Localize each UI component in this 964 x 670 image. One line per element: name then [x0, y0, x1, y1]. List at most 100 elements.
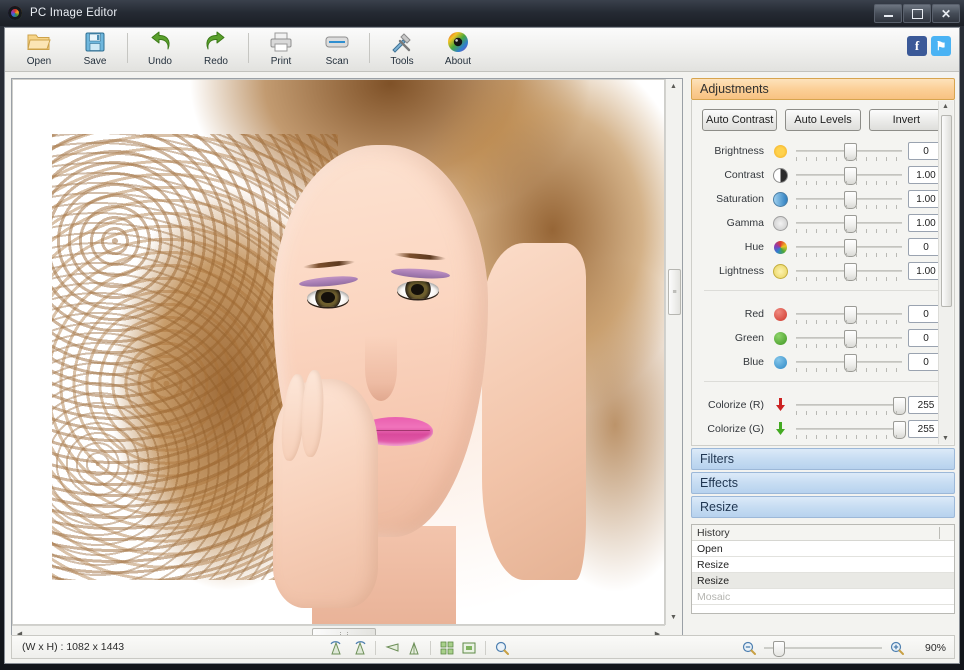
slider-gamma[interactable] [796, 213, 902, 233]
slider-saturation[interactable] [796, 189, 902, 209]
toolbar-print-button[interactable]: Print [253, 28, 309, 70]
image-canvas-container: ▲ ≡ ▼ ◀ ⋮⋮ ▶ [11, 78, 683, 643]
slider-ticks [796, 435, 902, 439]
floppy-disk-icon [81, 30, 109, 54]
toolbar-scan-label: Scan [326, 56, 349, 67]
zoom-slider[interactable] [764, 640, 882, 656]
panel-scroll-down-icon[interactable]: ▼ [940, 433, 951, 444]
hue-wheel-icon [770, 241, 790, 254]
adjustment-row-colorize-g: Colorize (G) 255 [702, 417, 944, 441]
window-controls: ✕ [874, 4, 960, 23]
nose [365, 336, 398, 401]
scroll-up-icon[interactable]: ▲ [666, 79, 681, 94]
right-panel: Adjustments Auto Contrast Auto Levels In… [691, 78, 955, 643]
toolbar-tools-button[interactable]: Tools [374, 28, 430, 70]
rotate-left-icon[interactable] [328, 639, 346, 657]
history-item[interactable]: Resize [692, 573, 954, 589]
image-viewport[interactable] [12, 79, 665, 625]
zoom-in-icon[interactable] [888, 639, 906, 657]
red-dot-icon [770, 308, 790, 321]
invert-button[interactable]: Invert [869, 109, 944, 131]
sun-icon [770, 145, 790, 158]
toolbar-scan-button[interactable]: Scan [309, 28, 365, 70]
fit-to-window-icon[interactable] [460, 639, 478, 657]
gamma-circle-icon [770, 216, 790, 231]
panel-scroll-thumb[interactable] [941, 115, 952, 307]
panel-header-effects[interactable]: Effects [691, 472, 955, 494]
slider-red[interactable] [796, 304, 902, 324]
toolbar-open-label: Open [27, 56, 51, 67]
scroll-down-icon[interactable]: ▼ [666, 610, 681, 625]
slider-blue[interactable] [796, 352, 902, 372]
panel-header-filters[interactable]: Filters [691, 448, 955, 470]
vertical-scroll-thumb[interactable]: ≡ [668, 269, 681, 315]
facebook-icon[interactable]: f [907, 36, 927, 56]
adjustment-row-brightness: Brightness 0 [702, 139, 944, 163]
panel-scroll-up-icon[interactable]: ▲ [940, 101, 951, 112]
panel-vertical-scrollbar[interactable]: ▲ ▼ [938, 101, 953, 444]
toolbar-separator [127, 33, 128, 63]
slider-contrast[interactable] [796, 165, 902, 185]
toolbar-tools-label: Tools [390, 56, 413, 67]
label-lightness: Lightness [702, 265, 770, 277]
toolbar-open-button[interactable]: Open [11, 28, 67, 70]
slider-hue[interactable] [796, 237, 902, 257]
panel-title-effects: Effects [700, 476, 738, 490]
panel-header-adjustments[interactable]: Adjustments [691, 78, 955, 100]
slider-ticks [796, 277, 902, 281]
status-tool-group [328, 636, 511, 660]
panel-title-adjustments: Adjustments [700, 82, 769, 96]
twitter-icon[interactable]: ⚑ [931, 36, 951, 56]
slider-green[interactable] [796, 328, 902, 348]
label-saturation: Saturation [702, 193, 770, 205]
flip-vertical-icon[interactable] [405, 639, 423, 657]
history-item[interactable]: Open [692, 541, 954, 557]
tile-view-icon[interactable] [438, 639, 456, 657]
history-item[interactable]: Resize [692, 557, 954, 573]
toolbar-redo-label: Redo [204, 56, 228, 67]
canvas-vertical-scrollbar[interactable]: ▲ ≡ ▼ [665, 79, 682, 625]
toolbar-redo-button[interactable]: Redo [188, 28, 244, 70]
close-button[interactable]: ✕ [932, 4, 960, 23]
toolbar-undo-button[interactable]: Undo [132, 28, 188, 70]
adjustments-panel-body: Auto Contrast Auto Levels Invert Brightn… [691, 100, 955, 446]
window-title: PC Image Editor [30, 7, 117, 19]
image-dimensions-label: (W x H) : 1082 x 1443 [22, 641, 124, 653]
maximize-button[interactable] [903, 4, 931, 23]
label-colorize-r: Colorize (R) [702, 399, 770, 411]
flip-horizontal-icon[interactable] [383, 639, 401, 657]
slider-track [796, 404, 902, 406]
toolbar-undo-label: Undo [148, 56, 172, 67]
main-frame: Open Save Undo Redo [4, 27, 960, 664]
history-header: History [692, 525, 954, 541]
slider-ticks [796, 368, 902, 372]
adjustment-group-tone: Brightness 0 Contrast [692, 135, 954, 283]
slider-colorize-r[interactable] [796, 395, 902, 415]
auto-contrast-button[interactable]: Auto Contrast [702, 109, 777, 131]
slider-brightness[interactable] [796, 141, 902, 161]
rotate-right-icon[interactable] [350, 639, 368, 657]
slider-lightness[interactable] [796, 261, 902, 281]
status-separator [485, 641, 486, 655]
adjustment-row-lightness: Lightness 1.00 [702, 259, 944, 283]
zoom-out-icon[interactable] [740, 639, 758, 657]
history-item[interactable]: Mosaic [692, 589, 954, 605]
label-red: Red [702, 308, 770, 320]
history-column-grip[interactable] [939, 527, 940, 539]
slider-colorize-g[interactable] [796, 419, 902, 439]
minimize-button[interactable] [874, 4, 902, 23]
arm [482, 243, 586, 580]
auto-levels-button[interactable]: Auto Levels [785, 109, 860, 131]
toolbar-save-label: Save [84, 56, 107, 67]
toolbar-about-button[interactable]: About [430, 28, 486, 70]
panel-header-resize[interactable]: Resize [691, 496, 955, 518]
redo-arrow-icon [202, 30, 230, 54]
toolbar-save-button[interactable]: Save [67, 28, 123, 70]
history-header-label: History [697, 527, 730, 539]
zoom-reset-icon[interactable] [493, 639, 511, 657]
zoom-slider-thumb[interactable] [773, 641, 785, 657]
app-logo-icon [8, 6, 22, 20]
slider-ticks [796, 229, 902, 233]
toolbar-separator [369, 33, 370, 63]
social-links: f ⚑ [907, 36, 951, 56]
